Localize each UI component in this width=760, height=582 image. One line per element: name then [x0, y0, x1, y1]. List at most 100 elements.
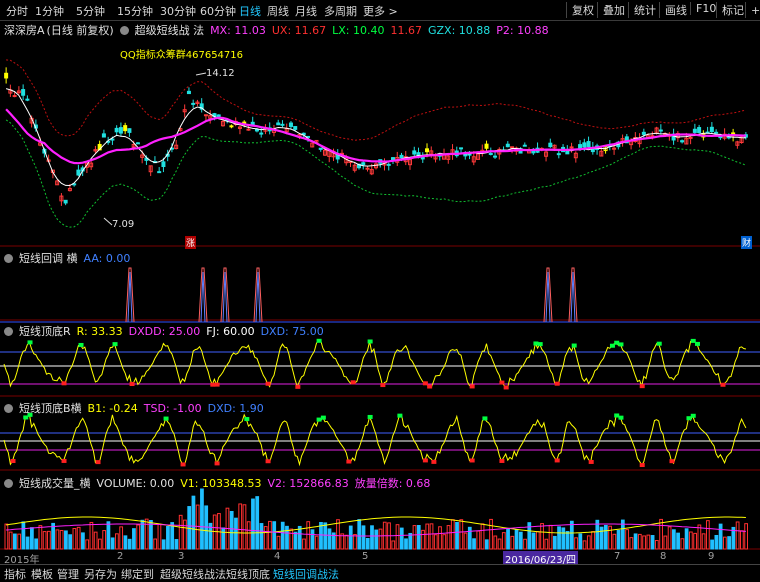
candle-body: [4, 72, 9, 79]
candle-body: [25, 98, 30, 101]
volume-bar: [416, 525, 421, 550]
panel3-indicator-name[interactable]: 短线顶底R: [19, 325, 71, 338]
panel4-indicator-name[interactable]: 短线顶底B横: [19, 402, 82, 415]
volume-bar: [302, 538, 306, 550]
volume-bar: [72, 528, 77, 550]
candle-body: [692, 128, 697, 133]
panel3-bottom-marker: [422, 381, 428, 386]
volume-bar: [34, 538, 39, 550]
volume-bar: [676, 532, 680, 550]
candle-body: [114, 127, 119, 133]
volume-bar: [374, 529, 379, 550]
panel3-top-marker: [367, 339, 373, 344]
volume-bar: [480, 523, 485, 550]
gzx-value: GZX: 10.88: [428, 24, 491, 37]
volume-bar: [310, 529, 315, 550]
volume-bar: [280, 521, 285, 550]
volume-bar: [561, 527, 566, 550]
volume-bar: [306, 521, 311, 550]
candle-body: [21, 89, 26, 96]
volume-bar: [348, 525, 353, 550]
volume-bar: [642, 535, 646, 550]
volume-bar: [671, 529, 676, 550]
stock-name: 深深房A: [4, 24, 45, 37]
volume-bar: [463, 532, 468, 550]
volume-bar: [25, 536, 30, 550]
volume-bar: [718, 523, 723, 550]
lx-value: LX: 10.40: [332, 24, 385, 37]
v1-value: V1: 103348.53: [180, 477, 262, 490]
candle-body: [118, 127, 123, 134]
volume-bar: [297, 525, 302, 550]
candle-body: [229, 125, 234, 128]
panel4-bottom-marker: [214, 461, 220, 466]
panel2-indicator-name[interactable]: 短线回调 横: [19, 252, 78, 265]
settings-icon[interactable]: [4, 327, 13, 336]
panel4-bottom-marker: [469, 458, 475, 463]
panel4-top-marker: [690, 413, 696, 418]
candle-body: [505, 143, 510, 148]
panel3-top-marker: [690, 338, 696, 343]
volume-bar: [455, 521, 459, 550]
settings-icon[interactable]: [4, 254, 13, 263]
panel4-bottom-marker: [265, 459, 271, 464]
volume-bar: [314, 535, 319, 550]
settings-icon[interactable]: [4, 479, 13, 488]
volume-bar: [412, 525, 417, 550]
volume-bar: [323, 522, 328, 550]
panel3-bottom-marker: [295, 384, 301, 389]
volume-bar: [85, 539, 90, 550]
panel4-bottom-marker: [422, 458, 428, 463]
settings-icon[interactable]: [119, 26, 129, 35]
dxd-value: DXD: 75.00: [260, 325, 324, 338]
dxd2-value: DXD: 1.90: [207, 402, 264, 415]
high-price-marker: [195, 72, 207, 76]
volume-bar: [467, 526, 472, 550]
candle-body: [191, 102, 196, 105]
volume-bar: [47, 530, 51, 550]
panel3-bottom-marker: [554, 381, 560, 386]
volume-bar: [493, 535, 498, 550]
volume-bar: [251, 498, 255, 550]
volume-bar: [408, 532, 413, 550]
indicator-name[interactable]: 超级短线战 法: [135, 24, 205, 37]
v2vol-value: V2: 152866.83: [267, 477, 349, 490]
volume-bar: [344, 534, 349, 550]
candle-body: [101, 133, 106, 138]
volume-bar: [540, 523, 544, 550]
candle-body: [246, 128, 251, 131]
volume-bar: [391, 540, 396, 550]
candle-body: [127, 128, 132, 133]
candle-body: [254, 128, 259, 132]
volume-bar: [153, 538, 158, 550]
panel4-top-marker: [163, 416, 169, 421]
volume-bar: [506, 528, 510, 550]
candle-body: [548, 142, 553, 148]
panel5-indicator-name[interactable]: 短线成交量_横: [19, 477, 91, 490]
candle-body: [293, 126, 298, 130]
volume-bar: [608, 525, 612, 550]
volume-bar: [667, 526, 672, 550]
volume-bar: [438, 526, 442, 550]
volume-bar: [123, 535, 128, 550]
settings-icon[interactable]: [4, 404, 13, 413]
panel4-top-marker: [618, 415, 624, 420]
candle-body: [714, 131, 719, 134]
limit-up-flag[interactable]: 涨: [185, 236, 197, 249]
panel3-top-marker: [614, 340, 620, 345]
candle-body: [318, 147, 323, 150]
volume-bar: [21, 521, 26, 550]
ux-value: UX: 11.67: [271, 24, 327, 37]
volume-bar: [531, 532, 536, 550]
volume-bar: [327, 528, 332, 550]
chart-area[interactable]: [0, 0, 760, 580]
volume-bar: [684, 528, 689, 550]
panel4-bottom-marker: [499, 458, 505, 463]
fj-value: FJ: 60.00: [206, 325, 255, 338]
volume-bar: [195, 504, 200, 550]
finance-flag[interactable]: 财: [741, 236, 753, 249]
candle-body: [259, 132, 264, 135]
xaxis-month-5: 5: [362, 551, 369, 562]
panel4-bottom-marker: [588, 459, 594, 464]
volume-bar: [557, 526, 561, 550]
